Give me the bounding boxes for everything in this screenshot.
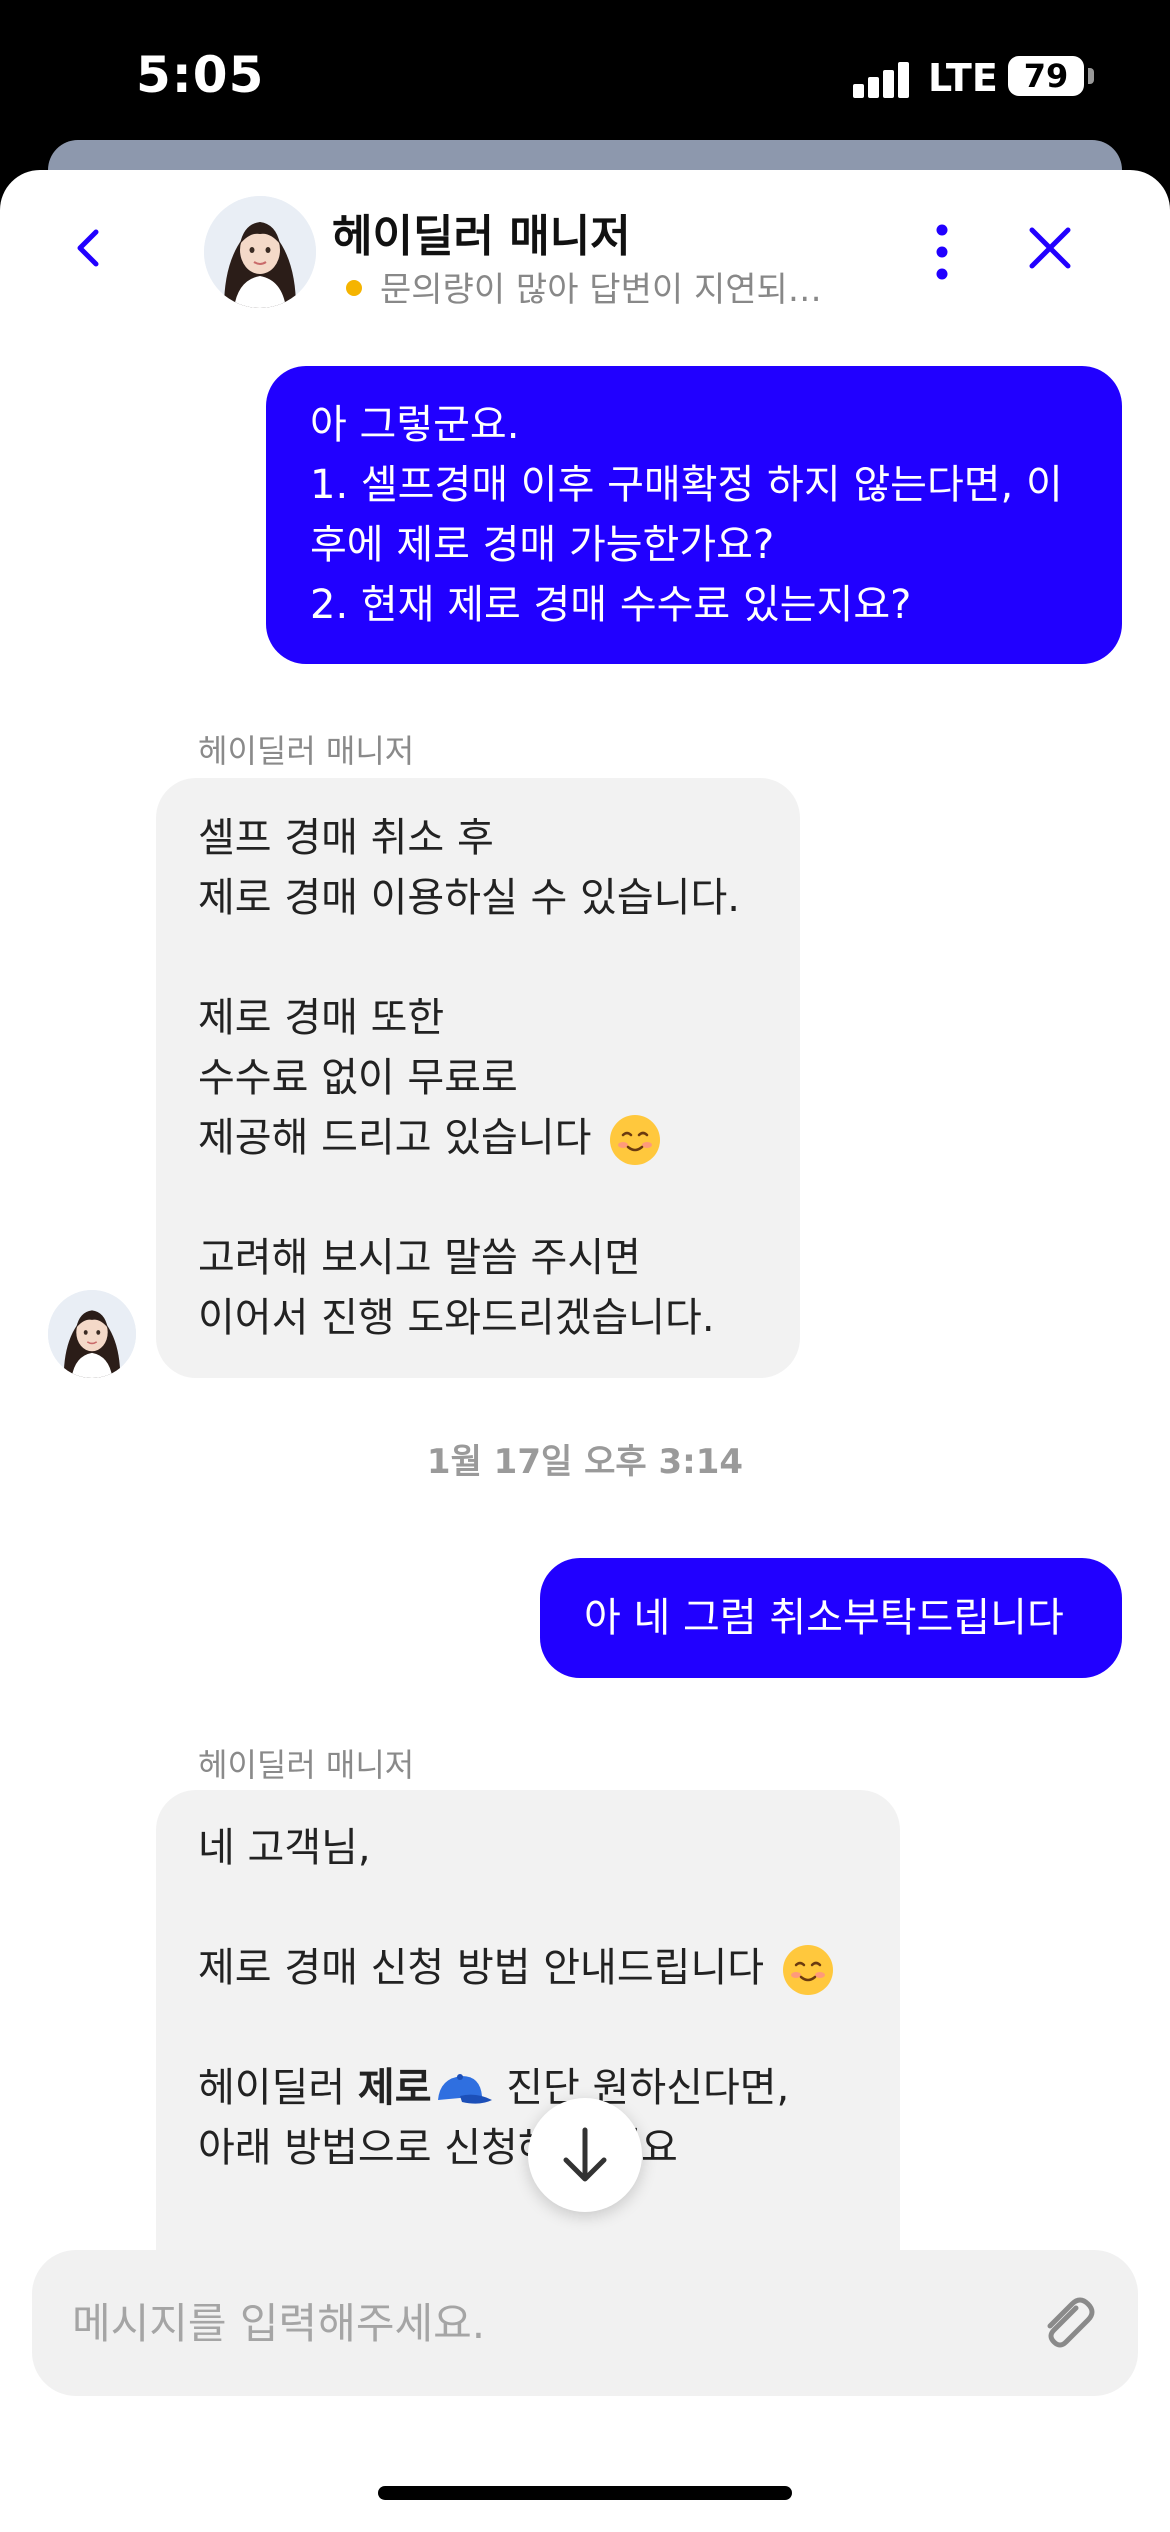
message-line: 수수료 없이 무료로 (198, 1055, 518, 1101)
message-line: 네 고객님, (198, 1825, 371, 1871)
message-spacer (198, 928, 800, 988)
sender-avatar (48, 1290, 136, 1378)
smiling-face-emoji-icon (782, 1945, 833, 1995)
status-dot (346, 280, 362, 296)
message-line: 1. 셀프경매 이후 구매확정 하지 않는다면, 이 (310, 462, 1063, 508)
date-divider: 1월 17일 오후 3:14 (426, 1442, 744, 1482)
message-line: 제공해 드리고 있습니다 (198, 1115, 592, 1161)
signal-icon (853, 62, 909, 98)
message-line: 2. 현재 제로 경매 수수료 있는지요? (310, 582, 912, 628)
message-input[interactable] (72, 2250, 1012, 2396)
sender-name: 헤이딜러 매니저 (198, 732, 415, 770)
message-spacer (198, 1168, 800, 1228)
blue-cap-icon (437, 2074, 492, 2104)
message-spacer (198, 1998, 900, 2058)
message-line: 제로 경매 이용하실 수 있습니다. (198, 875, 740, 921)
message-line: 이어서 진행 도와드리겠습니다. (198, 1295, 715, 1341)
message-line-with-emoji: 제로 경매 신청 방법 안내드립니다 (198, 1938, 900, 1998)
message-line: 후에 제로 경매 가능한가요? (310, 522, 775, 568)
battery-icon: 79 (1008, 56, 1084, 96)
incoming-message: 셀프 경매 취소 후 제로 경매 이용하실 수 있습니다. 제로 경매 또한 수… (156, 778, 800, 1378)
message-bold-text: 제로 (357, 2065, 432, 2111)
chat-sheet: 헤이딜러 매니저 문의량이 많아 답변이 지연되… 아 그렇군요. 1. 셀프경… (0, 170, 1170, 2532)
chevron-left-icon[interactable] (60, 220, 116, 276)
sender-name: 헤이딜러 매니저 (198, 1746, 415, 1784)
chat-title: 헤이딜러 매니저 (332, 211, 631, 262)
message-line: 제로 경매 신청 방법 안내드립니다 (198, 1945, 765, 1991)
status-time: 5:05 (136, 46, 265, 104)
arrow-down-icon (563, 2127, 607, 2182)
message-line: 셀프 경매 취소 후 (198, 815, 494, 861)
message-text: 헤이딜러 (198, 2065, 358, 2111)
status-bar: 5:05 LTE 79 (0, 0, 1170, 160)
message-composer (32, 2250, 1138, 2396)
close-icon[interactable] (1022, 220, 1078, 276)
outgoing-message: 아 네 그럼 취소부탁드립니다 (540, 1558, 1122, 1678)
scroll-to-bottom-button[interactable] (528, 2098, 642, 2212)
paperclip-icon[interactable] (1034, 2290, 1100, 2356)
message-line: 아 네 그럼 취소부탁드립니다 (584, 1595, 1064, 1641)
message-line: 제로 경매 또한 (198, 995, 445, 1041)
outgoing-message: 아 그렇군요. 1. 셀프경매 이후 구매확정 하지 않는다면, 이 후에 제로… (266, 366, 1122, 664)
message-line: 고려해 보시고 말씀 주시면 (198, 1235, 641, 1281)
more-vertical-icon[interactable] (920, 220, 964, 284)
chat-header: 헤이딜러 매니저 문의량이 많아 답변이 지연되… (0, 170, 1170, 340)
battery-tip (1088, 68, 1094, 84)
avatar (204, 196, 316, 308)
home-indicator (378, 2486, 792, 2500)
message-spacer (198, 1878, 900, 1938)
chat-status-text: 문의량이 많아 답변이 지연되… (380, 270, 822, 310)
message-line: 아 그렇군요. (310, 402, 520, 448)
smiling-face-emoji-icon (610, 1115, 661, 1165)
message-line-with-emoji: 제공해 드리고 있습니다 (198, 1108, 800, 1168)
network-type: LTE (928, 56, 998, 100)
